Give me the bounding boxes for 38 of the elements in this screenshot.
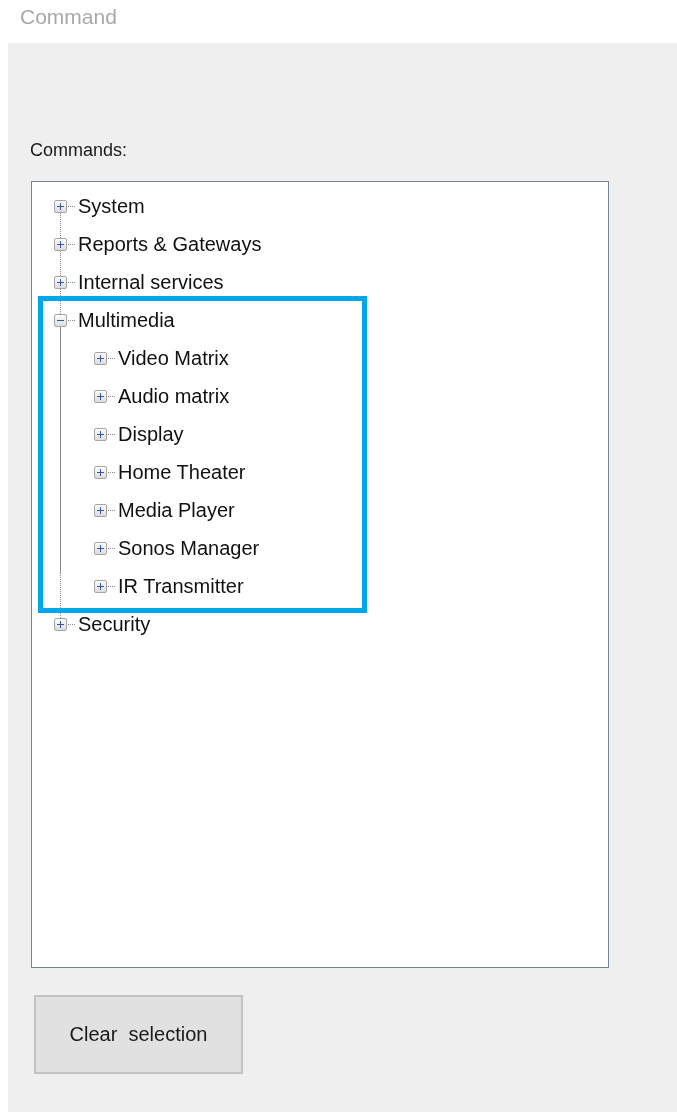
- tree-item[interactable]: Video Matrix: [118, 346, 229, 370]
- plus-icon: [96, 505, 105, 515]
- plus-icon: [96, 543, 105, 553]
- tree-item[interactable]: Display: [118, 422, 184, 446]
- plus-icon: [96, 581, 105, 591]
- expand-button[interactable]: [54, 275, 67, 289]
- tree-item[interactable]: Sonos Manager: [118, 536, 260, 560]
- clear-selection-button[interactable]: Clear selection: [34, 995, 243, 1074]
- plus-icon: [56, 201, 65, 211]
- collapse-button[interactable]: [54, 313, 67, 327]
- tree-item[interactable]: Internal services: [78, 270, 224, 294]
- expand-button[interactable]: [54, 617, 67, 631]
- expand-button[interactable]: [94, 465, 107, 479]
- expand-button[interactable]: [54, 237, 67, 251]
- plus-icon: [56, 619, 65, 629]
- tree-item[interactable]: Home Theater: [118, 460, 246, 484]
- expand-button[interactable]: [94, 351, 107, 365]
- expand-button[interactable]: [94, 503, 107, 517]
- plus-icon: [56, 277, 65, 287]
- tree-item[interactable]: System: [78, 194, 145, 218]
- window-title: Command: [19, 4, 118, 30]
- commands-label: Commands:: [30, 140, 129, 162]
- plus-icon: [96, 429, 105, 439]
- expand-button[interactable]: [54, 199, 67, 213]
- expand-button[interactable]: [94, 541, 107, 555]
- expand-button[interactable]: [94, 427, 107, 441]
- tree-item[interactable]: Multimedia: [78, 308, 175, 332]
- plus-icon: [96, 467, 105, 477]
- expand-button[interactable]: [94, 579, 107, 593]
- plus-icon: [56, 239, 65, 249]
- tree-item[interactable]: IR Transmitter: [118, 574, 244, 598]
- tree-item[interactable]: Media Player: [118, 498, 235, 522]
- plus-icon: [96, 391, 105, 401]
- tree-item[interactable]: Audio matrix: [118, 384, 230, 408]
- tree-item[interactable]: Reports & Gateways: [78, 232, 262, 256]
- tree-item[interactable]: Security: [78, 612, 151, 636]
- expand-button[interactable]: [94, 389, 107, 403]
- plus-icon: [96, 353, 105, 363]
